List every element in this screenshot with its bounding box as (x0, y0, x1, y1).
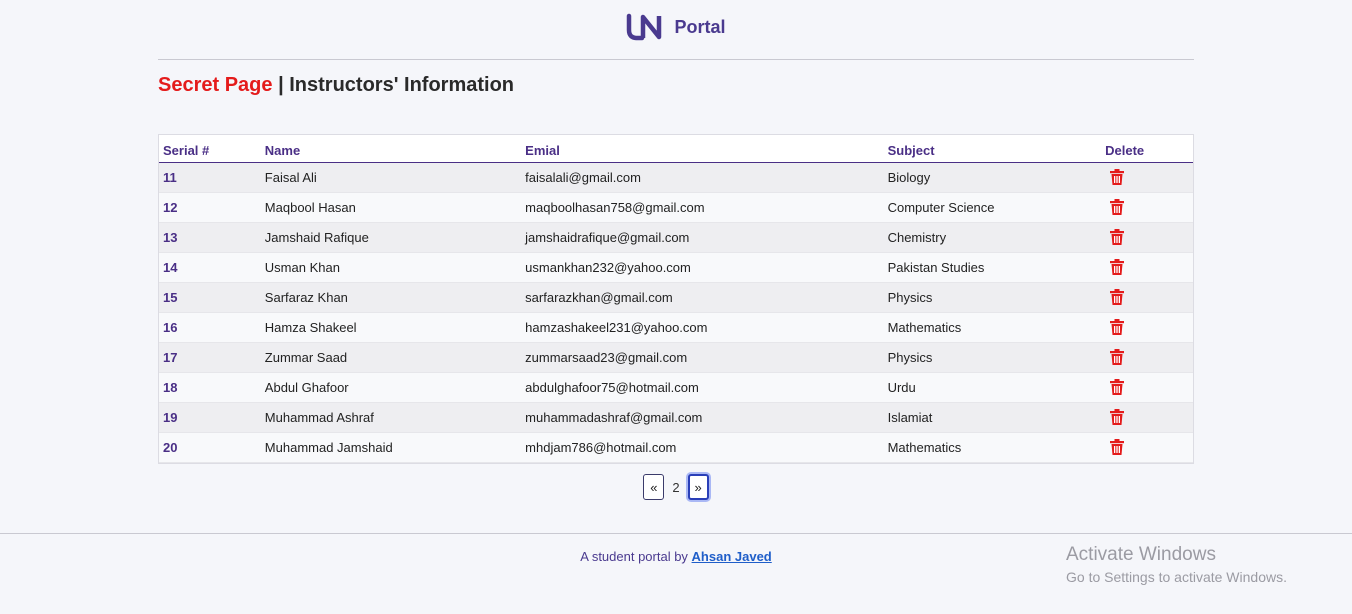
name-cell: Maqbool Hasan (260, 192, 522, 223)
subject-cell: Islamiat (883, 402, 1102, 433)
footer-text: A student portal by (580, 549, 692, 564)
email-cell: maqboolhasan758@gmail.com (521, 192, 884, 223)
subject-cell: Mathematics (883, 312, 1102, 343)
table-row: 17 Zummar Saad zummarsaad23@gmail.com Physi… (159, 342, 1193, 373)
table-header-row: Serial # Name Emial Subject Delete (159, 135, 1193, 163)
header: Portal (0, 0, 1352, 58)
subject-cell: Biology (883, 162, 1102, 193)
name-cell: Muhammad Jamshaid (260, 432, 522, 463)
serial-cell: 16 (159, 312, 261, 343)
column-header-subject: Subject (883, 135, 1102, 163)
trash-icon[interactable] (1110, 409, 1125, 426)
email-cell: mhdjam786@hotmail.com (521, 432, 884, 463)
trash-icon[interactable] (1110, 379, 1125, 396)
serial-cell: 18 (159, 372, 261, 403)
delete-cell (1101, 312, 1193, 343)
table-row: 15 Sarfaraz Khan sarfarazkhan@gmail.com Phy… (159, 282, 1193, 313)
table-row: 13 Jamshaid Rafique jamshaidrafique@gmail.… (159, 222, 1193, 253)
column-header-email: Emial (521, 135, 884, 163)
email-cell: muhammadashraf@gmail.com (521, 402, 884, 433)
trash-icon[interactable] (1110, 439, 1125, 456)
delete-cell (1101, 222, 1193, 253)
windows-activation-watermark: Activate Windows Go to Settings to activ… (1066, 544, 1287, 585)
trash-icon[interactable] (1110, 169, 1125, 186)
subject-cell: Physics (883, 282, 1102, 313)
subject-cell: Chemistry (883, 222, 1102, 253)
page-title: Secret Page | Instructors' Information (158, 74, 514, 97)
trash-icon[interactable] (1110, 289, 1125, 306)
subject-cell: Urdu (883, 372, 1102, 403)
name-cell: Jamshaid Rafique (260, 222, 522, 253)
footer-divider (0, 533, 1352, 534)
brand-name: Portal (674, 16, 726, 37)
subject-cell: Computer Science (883, 192, 1102, 223)
secret-page-label: Secret Page (158, 74, 273, 96)
serial-cell: 20 (159, 432, 261, 463)
email-cell: jamshaidrafique@gmail.com (521, 222, 884, 253)
serial-cell: 15 (159, 282, 261, 313)
table-row: 18 Abdul Ghafoor abdulghafoor75@hotmail.co… (159, 372, 1193, 403)
un-logo-icon (627, 13, 662, 41)
delete-cell (1101, 432, 1193, 463)
author-link[interactable]: Ahsan Javed (692, 549, 772, 564)
delete-cell (1101, 252, 1193, 283)
email-cell: faisalali@gmail.com (521, 162, 884, 193)
subject-cell: Pakistan Studies (883, 252, 1102, 283)
trash-icon[interactable] (1110, 199, 1125, 216)
portal-logo[interactable]: Portal (626, 13, 726, 41)
watermark-title: Activate Windows (1066, 544, 1216, 565)
name-cell: Faisal Ali (260, 162, 522, 193)
serial-cell: 17 (159, 342, 261, 373)
pagination: « 2 » (0, 474, 1352, 500)
watermark-subtitle: Go to Settings to activate Windows. (1066, 569, 1287, 585)
next-page-button[interactable]: » (687, 474, 709, 500)
name-cell: Zummar Saad (260, 342, 522, 373)
prev-page-button[interactable]: « (643, 474, 665, 500)
trash-icon[interactable] (1110, 349, 1125, 366)
table-row: 16 Hamza Shakeel hamzashakeel231@yahoo.com… (159, 312, 1193, 343)
table-row: 14 Usman Khan usmankhan232@yahoo.com Pakist… (159, 252, 1193, 283)
email-cell: usmankhan232@yahoo.com (521, 252, 884, 283)
name-cell: Usman Khan (260, 252, 522, 283)
serial-cell: 11 (159, 162, 261, 193)
title-separator: | (278, 74, 284, 96)
name-cell: Muhammad Ashraf (260, 402, 522, 433)
table-row: 20 Muhammad Jamshaid mhdjam786@hotmail.com… (159, 432, 1193, 463)
serial-cell: 13 (159, 222, 261, 253)
table-row: 19 Muhammad Ashraf muhammadashraf@gmail.co… (159, 402, 1193, 433)
name-cell: Sarfaraz Khan (260, 282, 522, 313)
column-header-name: Name (260, 135, 522, 163)
trash-icon[interactable] (1110, 229, 1125, 246)
serial-cell: 19 (159, 402, 261, 433)
delete-cell (1101, 162, 1193, 193)
email-cell: sarfarazkhan@gmail.com (521, 282, 884, 313)
column-header-serial: Serial # (159, 135, 261, 163)
table-row: 11 Faisal Ali faisalali@gmail.com Biology (159, 162, 1193, 193)
header-divider (158, 59, 1194, 60)
name-cell: Abdul Ghafoor (260, 372, 522, 403)
page-subtitle: Instructors' Information (289, 74, 515, 96)
serial-cell: 12 (159, 192, 261, 223)
email-cell: zummarsaad23@gmail.com (521, 342, 884, 373)
name-cell: Hamza Shakeel (260, 312, 522, 343)
trash-icon[interactable] (1110, 319, 1125, 336)
delete-cell (1101, 282, 1193, 313)
column-header-delete: Delete (1101, 135, 1193, 163)
subject-cell: Mathematics (883, 432, 1102, 463)
current-page-number: 2 (672, 479, 680, 495)
email-cell: hamzashakeel231@yahoo.com (521, 312, 884, 343)
delete-cell (1101, 402, 1193, 433)
email-cell: abdulghafoor75@hotmail.com (521, 372, 884, 403)
trash-icon[interactable] (1110, 259, 1125, 276)
delete-cell (1101, 192, 1193, 223)
delete-cell (1101, 342, 1193, 373)
subject-cell: Physics (883, 342, 1102, 373)
serial-cell: 14 (159, 252, 261, 283)
instructors-table: Serial # Name Emial Subject Delete 11 Fai… (158, 134, 1194, 464)
table-row: 12 Maqbool Hasan maqboolhasan758@gmail.com… (159, 192, 1193, 223)
delete-cell (1101, 372, 1193, 403)
